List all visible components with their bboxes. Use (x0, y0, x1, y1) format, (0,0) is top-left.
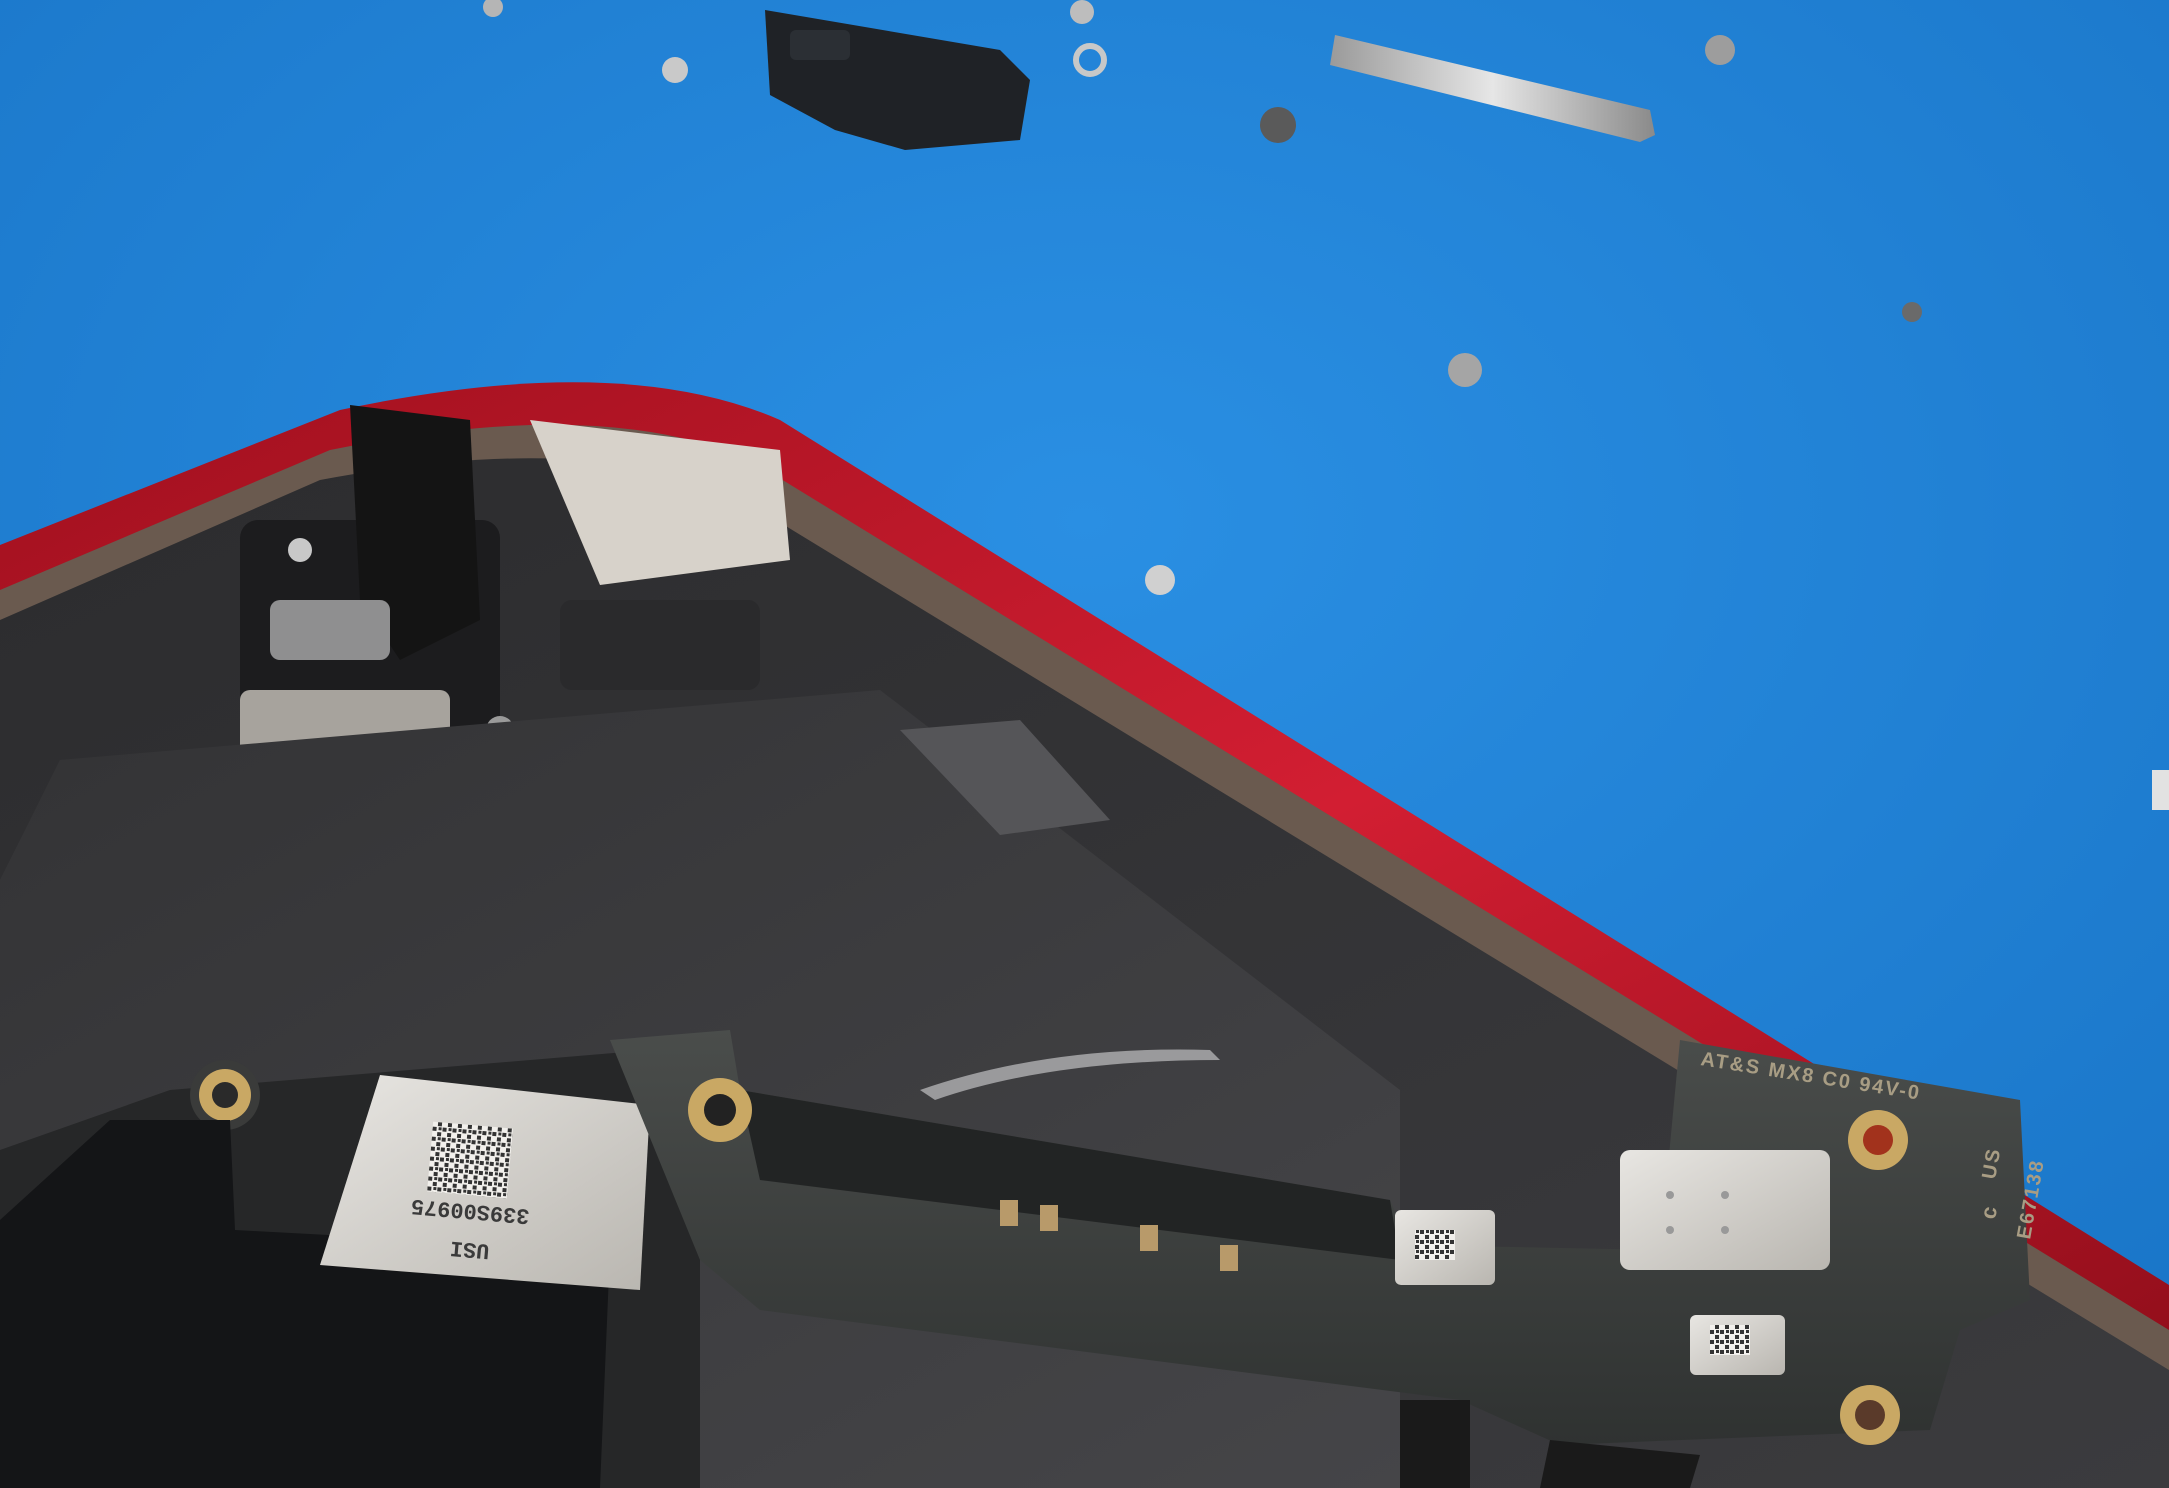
screw (1260, 107, 1296, 143)
small-part (2152, 770, 2169, 810)
module-marking-usi: USI (449, 1235, 491, 1263)
screw (1705, 35, 1735, 65)
screw (1070, 0, 1094, 24)
screw (1448, 353, 1482, 387)
screw (662, 57, 688, 83)
photo-scene: USI 339S00975 AT&S MX8 C0 94V-0 c US E67… (0, 0, 2169, 1488)
logic-board: USI 339S00975 (0, 1050, 700, 1488)
screw (1902, 302, 1922, 322)
flex-cable (1400, 1400, 1470, 1488)
screw (1145, 565, 1175, 595)
iphone-teardown-photo: USI 339S00975 AT&S MX8 C0 94V-0 c US E67… (0, 0, 2169, 1488)
